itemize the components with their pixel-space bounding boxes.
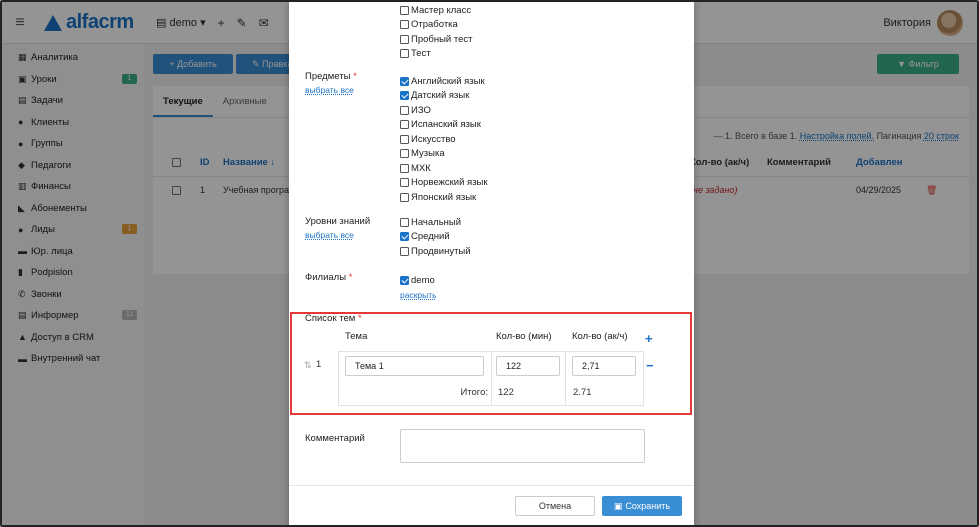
checkbox-option[interactable]: Мастер класс [400, 3, 473, 18]
remove-topic-icon[interactable]: − [646, 358, 654, 373]
save-button[interactable]: ▣ Сохранить [602, 496, 682, 516]
topic-name-input[interactable]: Тема 1 [345, 356, 484, 376]
checkbox-option[interactable]: Начальный [400, 215, 471, 230]
comment-textarea[interactable] [400, 429, 645, 463]
checkbox[interactable] [400, 275, 409, 285]
levels-label: Уровни знаний [305, 216, 371, 227]
checkbox-option[interactable]: Датский язык [400, 89, 488, 104]
branches-label: Филиалы * [305, 272, 353, 283]
topics-label: Список тем * [305, 313, 362, 324]
subjects-options: Английский язык Датский язык ИЗО Испанский … [400, 74, 488, 205]
checkbox-option[interactable]: Продвинутый [400, 244, 471, 259]
checkbox[interactable] [400, 246, 409, 256]
levels-options: Начальный Средний Продвинутый [400, 215, 471, 259]
edit-program-modal: Мастер класс Отработка Пробный тест Тест Пр… [289, 2, 694, 525]
checkbox-label: МХК [411, 162, 431, 174]
checkbox-label: Начальный [411, 216, 462, 228]
checkbox[interactable] [400, 120, 409, 130]
levels-select-all[interactable]: выбрать все [305, 230, 354, 240]
save-label: Сохранить [625, 501, 671, 511]
checkbox-label: Средний [411, 231, 450, 243]
checkbox[interactable] [400, 5, 409, 15]
checkbox[interactable] [400, 232, 409, 242]
checkbox-option[interactable]: ИЗО [400, 103, 488, 118]
checkbox-option[interactable]: Пробный тест [400, 32, 473, 47]
checkbox[interactable] [400, 91, 409, 101]
checkbox-label: Мастер класс [411, 4, 472, 16]
topics-col-topic: Тема [345, 331, 368, 342]
grid-line [338, 351, 339, 405]
checkbox-label: Тест [411, 48, 431, 60]
grid-line [338, 405, 644, 406]
topics-col-minutes: Кол-во (мин) [496, 331, 552, 342]
grid-line [565, 351, 566, 405]
checkbox-label: Искусство [411, 133, 456, 145]
checkbox-option[interactable]: МХК [400, 161, 488, 176]
comment-label: Комментарий [305, 433, 365, 444]
checkbox[interactable] [400, 105, 409, 115]
save-icon: ▣ [613, 500, 623, 511]
drag-handle-icon[interactable]: ⇅ [304, 360, 312, 371]
checkbox[interactable] [400, 149, 409, 159]
checkbox[interactable] [400, 20, 409, 30]
topics-col-hours: Кол-во (ак/ч) [572, 331, 628, 342]
checkbox-label: Отработка [411, 19, 458, 31]
checkbox[interactable] [400, 163, 409, 173]
subjects-select-all[interactable]: выбрать все [305, 85, 354, 95]
checkbox-label: Датский язык [411, 90, 470, 102]
subjects-label: Предметы * [305, 71, 357, 82]
checkbox-label: Продвинутый [411, 245, 471, 257]
grid-line [643, 351, 644, 405]
checkbox-label: Норвежский язык [411, 177, 488, 189]
lesson-type-options: Мастер класс Отработка Пробный тест Тест [400, 3, 473, 61]
checkbox-label: ИЗО [411, 104, 431, 116]
topic-row-number: 1 [316, 359, 322, 370]
checkbox-label: Японский язык [411, 191, 477, 203]
topic-hours-input[interactable]: 2,71 [572, 356, 636, 376]
checkbox-option[interactable]: Искусство [400, 132, 488, 147]
checkbox-option[interactable]: Музыка [400, 147, 488, 162]
checkbox-label: Английский язык [411, 75, 485, 87]
checkbox-label: demo [411, 274, 435, 286]
checkbox[interactable] [400, 49, 409, 59]
checkbox[interactable] [400, 192, 409, 202]
topics-table: Тема Кол-во (мин) Кол-во (ак/ч) Тема 1 1… [338, 325, 644, 407]
checkbox[interactable] [400, 178, 409, 188]
add-topic-icon[interactable]: + [645, 331, 653, 346]
checkbox-option[interactable]: Тест [400, 47, 473, 62]
checkbox[interactable] [400, 134, 409, 144]
checkbox-option[interactable]: Английский язык [400, 74, 488, 89]
checkbox[interactable] [400, 217, 409, 227]
total-minutes: 122 [498, 387, 514, 398]
checkbox[interactable] [400, 34, 409, 44]
checkbox-label: Музыка [411, 148, 445, 160]
app-window: ≡ alfacrm ▤ demo ▾ + ✎ ✉ Виктория ▦ Анали… [0, 0, 979, 527]
expand-link[interactable]: раскрыть [400, 290, 437, 300]
modal-footer: Отмена ▣ Сохранить [289, 485, 694, 525]
checkbox-label: Испанский язык [411, 119, 481, 131]
checkbox[interactable] [400, 76, 409, 86]
grid-line [491, 351, 492, 405]
checkbox-option[interactable]: Норвежский язык [400, 176, 488, 191]
checkbox-option[interactable]: demo [400, 273, 435, 288]
total-hours: 2.71 [573, 387, 592, 398]
checkbox-option[interactable]: Японский язык [400, 190, 488, 205]
checkbox-label: Пробный тест [411, 33, 473, 45]
cancel-button[interactable]: Отмена [515, 496, 595, 516]
checkbox-option[interactable]: Испанский язык [400, 118, 488, 133]
checkbox-option[interactable]: Отработка [400, 18, 473, 33]
branches-options: demo [400, 273, 435, 288]
total-label: Итого: [460, 387, 488, 398]
topic-minutes-input[interactable]: 122 [496, 356, 560, 376]
checkbox-option[interactable]: Средний [400, 230, 471, 245]
